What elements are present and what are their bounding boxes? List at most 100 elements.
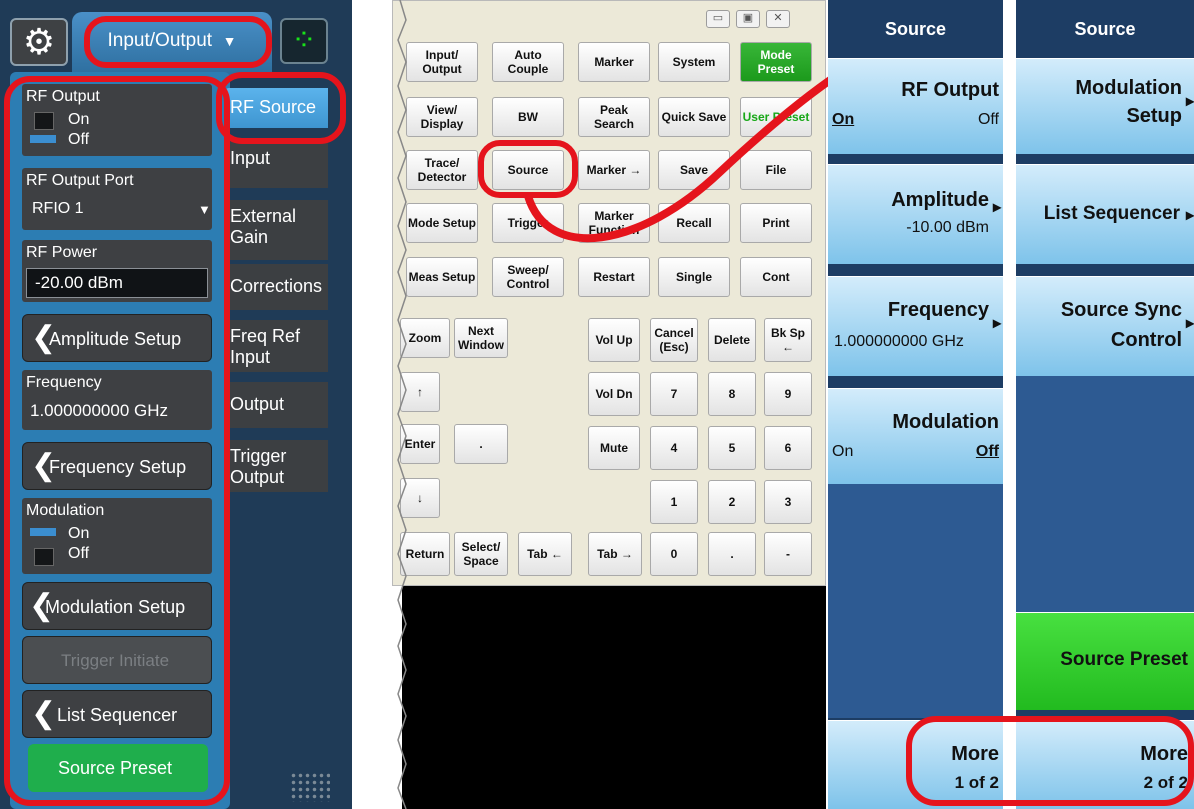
softkey-rf-output-off: Off [977, 111, 999, 128]
softkey-source-preset[interactable]: Source Preset [1016, 612, 1194, 710]
key-nav-4[interactable]: . [454, 424, 508, 464]
minimize-icon[interactable]: ▭ [706, 10, 730, 28]
chevron-right-icon: ▸ [1185, 93, 1194, 110]
key-mode-setup[interactable]: Mode Setup [406, 203, 478, 243]
softkey-source-sync-line1: Source Sync [1060, 299, 1182, 321]
key-pad-3[interactable]: 3 [764, 480, 812, 524]
key-pad--[interactable]: . [708, 532, 756, 576]
key-save[interactable]: Save [658, 150, 730, 190]
key-print[interactable]: Print [740, 203, 812, 243]
key-mode-preset[interactable]: Mode Preset [740, 42, 812, 82]
key-pad-mute[interactable]: Mute [588, 426, 640, 470]
torn-edge-black-area [402, 586, 826, 809]
key-trigger[interactable]: Trigger [492, 203, 564, 243]
maximize-icon[interactable]: ▣ [736, 10, 760, 28]
key-pad-5[interactable]: 5 [708, 426, 756, 470]
key-pad-delete[interactable]: Delete [708, 318, 756, 362]
softkey-rf-output[interactable]: RF Output On Off [828, 58, 1003, 154]
tab-external-gain[interactable]: External Gain [224, 200, 328, 260]
softkey-frequency-value: 1.000000000 GHz [834, 333, 964, 350]
key-pad-7[interactable]: 7 [650, 372, 698, 416]
softkey-header: Source [828, 0, 1003, 58]
key-marker[interactable]: Marker → [578, 150, 650, 190]
softkey-modulation-setup-line1: Modulation [1075, 77, 1182, 99]
key-auto-couple[interactable]: Auto Couple [492, 42, 564, 82]
chevron-right-icon: ▸ [992, 315, 1001, 332]
softkey-source-preset-label: Source Preset [1060, 649, 1188, 670]
tab-output[interactable]: Output [224, 382, 328, 428]
tab-corrections[interactable]: Corrections [224, 264, 328, 310]
key-recall[interactable]: Recall [658, 203, 730, 243]
key-nav-7[interactable]: Select/ Space [454, 532, 508, 576]
key-meas-setup[interactable]: Meas Setup [406, 257, 478, 297]
key-marker[interactable]: Marker [578, 42, 650, 82]
key-pad-cancel-esc-[interactable]: Cancel (Esc) [650, 318, 698, 362]
key-restart[interactable]: Restart [578, 257, 650, 297]
tab-freq-ref-input[interactable]: Freq Ref Input [224, 320, 328, 372]
highlight-more-keys [906, 716, 1194, 806]
softkey-rf-output-on: On [832, 111, 855, 128]
resize-grip-icon [290, 772, 330, 802]
softkey-source-sync-line2: Control [1110, 329, 1182, 351]
key-pad-bk-sp-[interactable]: Bk Sp ← [764, 318, 812, 362]
softkey-frequency[interactable]: Frequency ▸ 1.000000000 GHz [828, 276, 1003, 376]
key-pad-6[interactable]: 6 [764, 426, 812, 470]
softkey-rf-output-title: RF Output [901, 79, 999, 101]
key-quick-save[interactable]: Quick Save [658, 97, 730, 137]
input-output-panel: ⚙ Input/Output ▼ ⁘ RF Output On Off RF O… [0, 0, 352, 809]
key-pad-4[interactable]: 4 [650, 426, 698, 470]
softkey-amplitude[interactable]: Amplitude ▸ -10.00 dBm [828, 164, 1003, 264]
softkey-modulation-setup[interactable]: Modulation ▸ Setup [1016, 58, 1194, 154]
key-view-display[interactable]: View/ Display [406, 97, 478, 137]
softkey-modulation-setup-line2: Setup [1126, 105, 1182, 127]
key-cont[interactable]: Cont [740, 257, 812, 297]
highlight-rf-source-tab [216, 72, 346, 144]
chevron-right-icon: ▸ [1185, 315, 1194, 332]
tab-trigger-output[interactable]: Trigger Output [224, 440, 328, 492]
softkey-modulation[interactable]: Modulation On Off [828, 388, 1003, 484]
softkey-empty [828, 484, 1003, 718]
key-pad-vol-dn[interactable]: Vol Dn [588, 372, 640, 416]
softkey-amplitude-value: -10.00 dBm [906, 219, 989, 236]
softkey-panel-page-1: Source RF Output On Off Amplitude ▸ -10.… [828, 0, 1003, 809]
key-file[interactable]: File [740, 150, 812, 190]
key-system[interactable]: System [658, 42, 730, 82]
key-pad-1[interactable]: 1 [650, 480, 698, 524]
chevron-right-icon: ▸ [992, 199, 1001, 216]
onscreen-front-panel-keyboard: ▭ ▣ ✕ Input/ Output Auto Couple Marker Syst… [392, 0, 826, 809]
key-single[interactable]: Single [658, 257, 730, 297]
softkey-source-sync-control[interactable]: Source Sync ▸ Control [1016, 276, 1194, 376]
highlight-control-column [4, 76, 230, 806]
highlight-source-key [478, 140, 578, 198]
gear-icon[interactable]: ⚙ [10, 18, 68, 66]
softkey-panel-page-2: Source Modulation ▸ Setup List Sequencer… [1016, 0, 1194, 809]
softkey-header: Source [1016, 0, 1194, 58]
key-input-output[interactable]: Input/ Output [406, 42, 478, 82]
key-marker-function[interactable]: Marker Function [578, 203, 650, 243]
key-nav-1[interactable]: Next Window [454, 318, 508, 358]
key-pad-9[interactable]: 9 [764, 372, 812, 416]
tab-input[interactable]: Input [224, 142, 328, 188]
softkey-modulation-title: Modulation [892, 411, 999, 433]
softkey-list-sequencer-label: List Sequencer [1043, 203, 1180, 224]
softkey-empty [1016, 376, 1194, 612]
highlight-input-output-tab [84, 16, 272, 68]
key-nav-8[interactable]: Tab ← [518, 532, 572, 576]
softkey-list-sequencer[interactable]: List Sequencer ▸ [1016, 164, 1194, 264]
close-icon[interactable]: ✕ [766, 10, 790, 28]
key-bw[interactable]: BW [492, 97, 564, 137]
key-pad-0[interactable]: 0 [650, 532, 698, 576]
key-pad-vol-up[interactable]: Vol Up [588, 318, 640, 362]
softkey-amplitude-title: Amplitude [891, 189, 989, 211]
key-nav-9[interactable]: Tab → [588, 532, 642, 576]
key-pad-2[interactable]: 2 [708, 480, 756, 524]
key-user-preset[interactable]: User Preset [740, 97, 812, 137]
softkey-modulation-off: Off [975, 443, 999, 460]
key-pad-8[interactable]: 8 [708, 372, 756, 416]
softkey-frequency-title: Frequency [887, 299, 989, 321]
key-peak-search[interactable]: Peak Search [578, 97, 650, 137]
chevron-right-icon: ▸ [1185, 207, 1194, 224]
key-trace-detector[interactable]: Trace/ Detector [406, 150, 478, 190]
key-sweep-control[interactable]: Sweep/ Control [492, 257, 564, 297]
key-pad--[interactable]: - [764, 532, 812, 576]
